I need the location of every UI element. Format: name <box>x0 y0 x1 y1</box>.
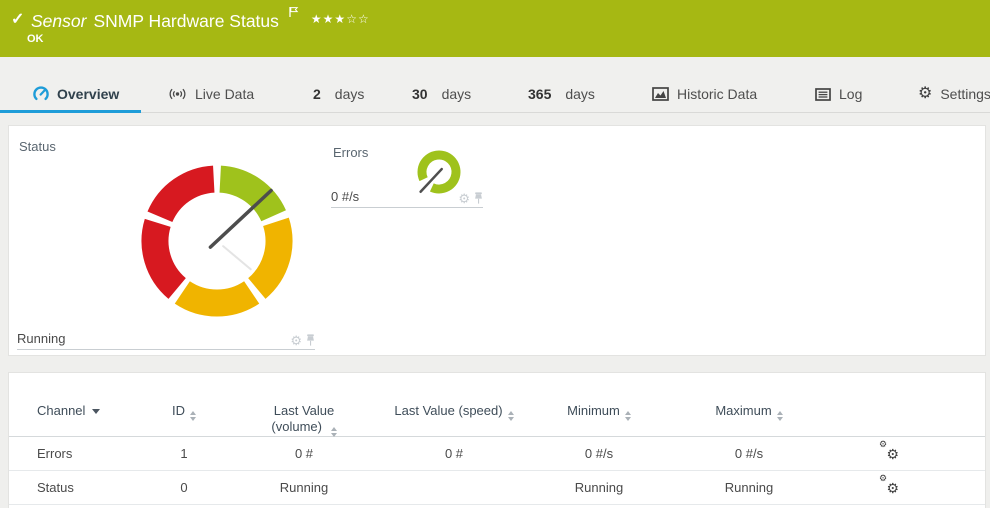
broadcast-icon <box>169 88 186 100</box>
cell-maximum: 0 #/s <box>734 446 764 461</box>
sort-icon <box>507 411 514 421</box>
tab-log[interactable]: Log <box>815 57 862 113</box>
log-list-icon <box>815 87 831 101</box>
pin-icon[interactable] <box>306 334 315 346</box>
tab-live-data[interactable]: Live Data <box>168 57 254 113</box>
sensor-header: ✓ Sensor SNMP Hardware Status ★★★☆☆ OK <box>0 0 990 57</box>
column-header-label: Minimum <box>567 403 620 418</box>
tab-label: Overview <box>57 86 120 102</box>
tab-number: 2 <box>313 86 321 102</box>
tab-2-days[interactable]: 2 days <box>313 57 364 113</box>
gear-icon[interactable]: ⚙ <box>458 192 470 205</box>
column-header-last-value-speed[interactable]: Last Value (speed) <box>379 403 529 421</box>
tab-number: 365 <box>528 86 552 102</box>
tab-label: Live Data <box>195 86 255 102</box>
errors-gauge-footer: 0 #/s ⚙ <box>331 182 483 208</box>
stars-filled: ★★★ <box>310 12 347 26</box>
stars-empty: ☆☆ <box>346 12 370 26</box>
column-header-minimum[interactable]: Minimum <box>529 403 669 421</box>
channels-table-panel: Channel ID Last Value (volume) Last Valu… <box>8 372 986 508</box>
channel-settings-icon[interactable]: ⚙ ⚙ <box>879 473 899 496</box>
sensor-status-text: OK <box>27 33 44 45</box>
tab-overview[interactable]: Overview <box>33 57 119 113</box>
tab-365-days[interactable]: 365 days <box>528 57 595 113</box>
errors-gauge-value: 0 #/s <box>331 189 360 204</box>
status-check-icon: ✓ <box>11 11 25 28</box>
gauge-icon <box>33 86 49 101</box>
column-header-maximum[interactable]: Maximum <box>669 403 829 421</box>
gear-icon: ⚙ <box>918 85 933 102</box>
column-header-label: Maximum <box>715 403 772 418</box>
sort-icon <box>776 411 783 421</box>
cell-last-value-speed <box>379 471 529 504</box>
errors-gauge-label: Errors <box>333 145 369 160</box>
cell-id: 0 <box>180 480 188 495</box>
column-header-label: ID <box>172 403 185 418</box>
sensor-title: SNMP Hardware Status <box>93 11 279 31</box>
priority-stars[interactable]: ★★★☆☆ <box>311 12 370 26</box>
status-gauge <box>141 165 293 317</box>
cell-last-value-volume: 0 # <box>294 446 314 461</box>
cell-maximum: Running <box>724 480 774 495</box>
tab-settings[interactable]: ⚙ Settings <box>918 57 990 113</box>
column-header-last-value-volume[interactable]: Last Value (volume) <box>229 403 379 438</box>
channel-settings-icon[interactable]: ⚙ ⚙ <box>879 439 899 462</box>
tab-number: 30 <box>412 86 428 102</box>
cell-id: 1 <box>180 446 188 461</box>
table-row-status: Status 0 Running Running Running ⚙ ⚙ <box>9 471 985 505</box>
cell-last-value-speed: 0 # <box>444 446 464 461</box>
area-chart-icon <box>652 87 669 101</box>
tab-label: Settings <box>940 86 990 102</box>
tab-historic-data[interactable]: Historic Data <box>652 57 757 113</box>
cell-last-value-volume: Running <box>279 480 329 495</box>
column-header-id[interactable]: ID <box>139 403 229 421</box>
column-header-label: Last Value (speed) <box>394 403 503 418</box>
overview-gauges-panel: Status Running ⚙ Errors 0 #/s ⚙ <box>8 125 986 356</box>
gear-icon[interactable]: ⚙ <box>290 334 302 347</box>
sort-caret-icon <box>92 409 101 414</box>
channels-table: Channel ID Last Value (volume) Last Valu… <box>9 373 985 505</box>
sensor-title-line: Sensor SNMP Hardware Status ★★★☆☆ <box>31 6 370 32</box>
tab-unit: days <box>565 86 595 102</box>
sort-icon <box>330 427 337 438</box>
status-gauge-label: Status <box>19 139 56 154</box>
tab-unit: days <box>441 86 472 102</box>
status-gauge-value: Running <box>17 331 66 346</box>
tab-30-days[interactable]: 30 days <box>412 57 471 113</box>
table-row-errors: Errors 1 0 # 0 # 0 #/s 0 #/s ⚙ ⚙ <box>9 437 985 471</box>
cell-minimum: Running <box>574 480 624 495</box>
channel-name: Errors <box>37 446 73 461</box>
channel-name: Status <box>37 480 74 495</box>
page: ✓ Sensor SNMP Hardware Status ★★★☆☆ OK Ove… <box>0 0 990 508</box>
sensor-kind-label: Sensor <box>31 11 87 31</box>
cell-minimum: 0 #/s <box>584 446 614 461</box>
column-header-channel[interactable]: Channel <box>9 403 139 418</box>
column-header-label: Channel <box>37 403 86 418</box>
table-header-row: Channel ID Last Value (volume) Last Valu… <box>9 373 985 438</box>
pin-icon[interactable] <box>474 192 483 204</box>
tab-unit: days <box>334 86 365 102</box>
tab-label: Log <box>839 86 863 102</box>
sort-icon <box>190 411 196 421</box>
column-header-label: Last Value (volume) <box>271 403 335 435</box>
sort-icon <box>624 411 631 421</box>
tab-label: Historic Data <box>677 86 758 102</box>
status-gauge-footer: Running ⚙ <box>17 324 315 350</box>
tab-bar: Overview Live Data 2 days 30 days 365 days … <box>0 57 990 113</box>
active-tab-underline <box>0 110 141 113</box>
flag-icon[interactable] <box>288 6 299 18</box>
